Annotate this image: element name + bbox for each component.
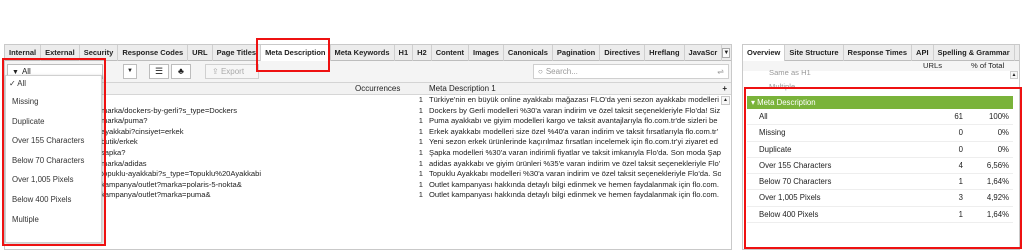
overview-row-partial: Same as H1 bbox=[769, 68, 811, 77]
cell-occurrences: 1 bbox=[418, 126, 423, 136]
tab-overflow-button[interactable]: ▼ bbox=[722, 47, 731, 58]
cell-occurrences: 1 bbox=[418, 147, 423, 157]
highlight-box-tab bbox=[256, 38, 330, 72]
tab-site-structure[interactable]: Site Structure bbox=[785, 45, 844, 61]
cell-occurrences: 1 bbox=[418, 158, 423, 168]
tab-canonicals[interactable]: Canonicals bbox=[504, 45, 553, 61]
tab-url[interactable]: URL bbox=[188, 45, 213, 61]
cell-occurrences: 1 bbox=[418, 190, 423, 200]
toolbar: ▼ All ▼ ☰ ♣ ⇪ Export ○ Search... ⇌ bbox=[5, 61, 731, 83]
table-row[interactable]: sapka? 1 Şapka modelleri %30'a varan indir… bbox=[5, 148, 731, 159]
tab-bar: Internal External Security Response Code… bbox=[5, 45, 731, 61]
cell-address: topuklu-ayakkabi?s_type=Topuklu%20Ayakka… bbox=[101, 169, 262, 179]
table-row[interactable]: kampanya/outlet?marka=puma& 1 Outlet kampa… bbox=[5, 190, 731, 201]
cell-meta: Puma ayakkabı ve giyim modelleri kargo v… bbox=[429, 116, 718, 126]
cell-meta: Topuklu Ayakkabı modelleri %30'a varan i… bbox=[429, 169, 721, 179]
cell-occurrences: 1 bbox=[418, 105, 423, 115]
cell-address: marka/adidas bbox=[101, 158, 147, 168]
export-button[interactable]: ⇪ Export bbox=[205, 64, 259, 79]
column-urls: URLs bbox=[923, 61, 942, 70]
export-icon: ⇪ bbox=[212, 67, 221, 76]
tab-response-times[interactable]: Response Times bbox=[844, 45, 913, 61]
cell-meta: Outlet kampanyası hakkında detaylı bilgi… bbox=[429, 190, 719, 200]
chevron-down-icon[interactable]: ▼ bbox=[123, 64, 137, 79]
tab-pagination[interactable]: Pagination bbox=[553, 45, 601, 61]
column-occurrences[interactable]: Occurrences bbox=[355, 83, 400, 95]
tab-page-titles[interactable]: Page Titles bbox=[213, 45, 262, 61]
column-meta-description[interactable]: Meta Description 1 bbox=[429, 83, 496, 95]
tree-view-icon[interactable]: ♣ bbox=[171, 64, 191, 79]
tab-response-codes[interactable]: Response Codes bbox=[118, 45, 189, 61]
tab-meta-keywords[interactable]: Meta Keywords bbox=[331, 45, 395, 61]
tab-content[interactable]: Content bbox=[432, 45, 470, 61]
column-percent-total: % of Total bbox=[971, 61, 1005, 70]
cell-address: ayakkabi?cinsiyet=erkek bbox=[101, 126, 184, 136]
cell-meta: adidas ayakkabı ve giyim ürünleri %35'e … bbox=[429, 158, 721, 168]
right-tab-bar: Overview Site Structure Response Times A… bbox=[743, 45, 1019, 61]
cell-meta: Şapka modelleri %30'a varan indirimli fi… bbox=[429, 147, 721, 157]
cell-address: marka/puma? bbox=[101, 116, 148, 126]
cell-occurrences: 1 bbox=[418, 169, 423, 179]
search-icon: ○ bbox=[538, 67, 543, 76]
search-input[interactable]: ○ Search... ⇌ bbox=[533, 64, 729, 79]
cell-meta: Dockers by Gerli modelleri %30'a varan i… bbox=[429, 105, 721, 115]
table-row[interactable]: kampanya/outlet?marka=polaris-5-nokta& 1 O… bbox=[5, 180, 731, 191]
cell-occurrences: 1 bbox=[418, 137, 423, 147]
table-row[interactable]: topuklu-ayakkabi?s_type=Topuklu%20Ayakka… bbox=[5, 169, 731, 180]
cell-address: butik/erkek bbox=[101, 137, 138, 147]
cell-address: kampanya/outlet?marka=polaris-5-nokta& bbox=[101, 179, 242, 189]
table-row[interactable]: butik/erkek 1 Yeni sezon erkek ürünlerinde… bbox=[5, 137, 731, 148]
results-table: 1 Türkiye'nin en büyük online ayakkabı ma… bbox=[5, 95, 731, 201]
table-row[interactable]: ayakkabi?cinsiyet=erkek 1 Erkek ayakkabı m… bbox=[5, 127, 731, 138]
table-row[interactable]: marka/puma? 1 Puma ayakkabı ve giyim model… bbox=[5, 116, 731, 127]
cell-occurrences: 1 bbox=[418, 179, 423, 189]
highlight-box-filter bbox=[2, 58, 106, 246]
cell-occurrences: 1 bbox=[418, 95, 423, 104]
tab-directives[interactable]: Directives bbox=[600, 45, 646, 61]
scroll-up-button[interactable]: ▲ bbox=[1010, 71, 1018, 79]
tab-h1[interactable]: H1 bbox=[395, 45, 414, 61]
tab-spelling-grammar[interactable]: Spelling & Grammar bbox=[934, 45, 1015, 61]
results-pane: Internal External Security Response Code… bbox=[4, 44, 732, 250]
table-header: Occurrences Meta Description 1 + bbox=[5, 83, 731, 95]
cell-address: kampanya/outlet?marka=puma& bbox=[101, 190, 211, 200]
tab-images[interactable]: Images bbox=[469, 45, 504, 61]
highlight-box-overview bbox=[744, 87, 1022, 249]
cell-meta: Erkek ayakkabı modelleri size özel %40'a… bbox=[429, 126, 719, 136]
tab-javascript[interactable]: JavaScr bbox=[685, 45, 723, 61]
table-row[interactable]: 1 Türkiye'nin en büyük online ayakkabı ma… bbox=[5, 95, 731, 106]
cell-meta: Yeni sezon erkek ürünlerinde kaçırılmaz … bbox=[429, 137, 719, 147]
table-row[interactable]: marka/dockers-by-gerli?s_type=Dockers 1 Do… bbox=[5, 106, 731, 117]
cell-occurrences: 1 bbox=[418, 116, 423, 126]
cell-address: marka/dockers-by-gerli?s_type=Dockers bbox=[101, 105, 238, 115]
filter-options-icon[interactable]: ⇌ bbox=[717, 65, 724, 78]
add-column-button[interactable]: + bbox=[722, 83, 727, 95]
tab-overview[interactable]: Overview bbox=[743, 45, 786, 61]
tab-h2[interactable]: H2 bbox=[413, 45, 432, 61]
cell-address: sapka? bbox=[101, 147, 126, 157]
search-placeholder: Search... bbox=[545, 67, 578, 76]
tab-api[interactable]: API bbox=[912, 45, 934, 61]
cell-meta: Türkiye'nin en büyük online ayakkabı mağ… bbox=[429, 95, 721, 104]
tab-hreflang[interactable]: Hreflang bbox=[645, 45, 685, 61]
list-view-icon[interactable]: ☰ bbox=[149, 64, 169, 79]
cell-meta: Outlet kampanyası hakkında detaylı bilgi… bbox=[429, 179, 719, 189]
table-row[interactable]: marka/adidas 1 adidas ayakkabı ve giyim ür… bbox=[5, 159, 731, 170]
